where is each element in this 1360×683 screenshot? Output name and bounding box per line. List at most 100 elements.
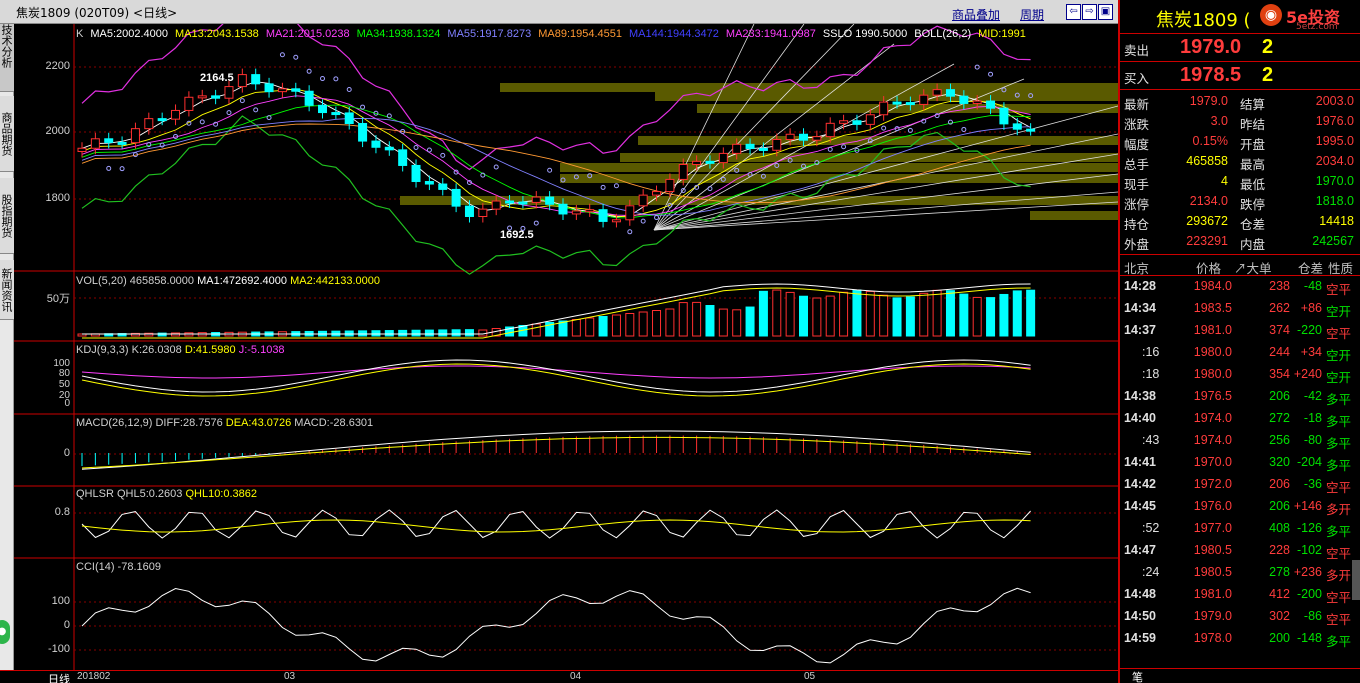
candle-body	[732, 143, 742, 154]
sell-label: 卖出	[1124, 44, 1150, 58]
window-toggle-icon[interactable]: ▣	[1098, 4, 1113, 20]
tick-cell: 278	[1269, 565, 1290, 579]
volume-bar	[879, 294, 889, 337]
tab-commodity-futures[interactable]: 商品期货	[0, 96, 14, 172]
volume-bar	[398, 329, 408, 337]
tick-cell: 272	[1269, 411, 1290, 425]
sar-dot	[426, 147, 432, 153]
tick-cell: 1980.0	[1193, 367, 1232, 381]
sar-dot	[654, 215, 660, 221]
period-link[interactable]: 周期	[1020, 6, 1044, 23]
candle-body	[745, 143, 755, 149]
tick-cell: +236	[1293, 565, 1322, 579]
left-tab-strip: 技术分析 商品期货 股指期货 新闻资讯 ●	[0, 0, 14, 683]
nav-prev-icon[interactable]: ⇦	[1066, 4, 1081, 20]
sell-row: 卖出 1979.0 2	[1120, 36, 1360, 62]
candle-body	[358, 123, 368, 142]
volume-bar	[464, 329, 474, 337]
stat-value: 465858	[1186, 154, 1228, 168]
x-label: 03	[284, 671, 296, 682]
candle-body	[331, 112, 341, 116]
tick-cell: 1981.0	[1193, 323, 1232, 337]
buy-qty: 2	[1262, 64, 1274, 86]
tick-cell: 374	[1269, 323, 1290, 337]
stat-value: 1818.0	[1315, 194, 1354, 208]
stat-row: 外盘 223291 内盘 242567	[1120, 232, 1360, 252]
candle-body	[398, 149, 408, 166]
x-label: 201802	[77, 671, 111, 682]
tick-cell: 262	[1269, 301, 1290, 315]
tick-row: 14:59 1978.0 200 -148 多平	[1120, 628, 1360, 650]
volume-bar	[986, 297, 996, 337]
candle-body	[986, 100, 996, 109]
bottom-tabs: 笔	[1120, 668, 1360, 683]
sar-dot	[106, 165, 112, 171]
candle-body	[825, 122, 835, 138]
tick-cell: 多平	[1326, 635, 1352, 649]
stat-value: 1979.0	[1189, 94, 1228, 108]
sar-dot	[279, 52, 285, 58]
price-band	[655, 92, 1118, 101]
nav-next-icon[interactable]: ⇨	[1082, 4, 1097, 20]
green-circle-icon[interactable]: ●	[0, 620, 10, 644]
tick-cell: :18	[1142, 367, 1160, 381]
candle-body	[999, 107, 1009, 125]
candle-body	[919, 94, 929, 105]
volume-bar	[892, 297, 902, 337]
quote-panel: 焦炭1809 ( ◉ 5e投资 5etz.com 卖出 1979.0 2 买入 …	[1118, 0, 1360, 683]
tick-cell: +146	[1293, 499, 1322, 513]
sar-dot	[226, 110, 232, 116]
ma-indicator-line: K MA5:2002.4000 MA13:2043.1538 MA21:2015.02…	[76, 28, 1033, 40]
candle-body	[371, 140, 381, 148]
volume-bar	[785, 291, 795, 337]
macd-dea: DEA:43.0726	[225, 417, 292, 429]
tab-news[interactable]: 新闻资讯	[0, 260, 14, 320]
candle-body	[144, 118, 154, 130]
kdj-title-line: KDJ(9,3,3) K:26.0308 D:41.5980 J:-5.1038	[76, 344, 285, 356]
tick-cell: 354	[1269, 367, 1290, 381]
tick-cell: 1980.5	[1193, 543, 1232, 557]
sar-dot	[600, 184, 606, 190]
candle-body	[117, 141, 127, 145]
tick-cell: +240	[1293, 367, 1322, 381]
tick-row: :16 1980.0 244 +34 空开	[1120, 342, 1360, 364]
stat-label: 昨结	[1240, 118, 1266, 132]
tab-trades[interactable]: 笔	[1132, 669, 1143, 683]
volume-bar	[705, 305, 715, 337]
volume-bar	[598, 316, 608, 337]
stat-value: 3.0	[1210, 114, 1228, 128]
tick-cell: 14:34	[1124, 301, 1156, 315]
candle-body	[211, 95, 221, 99]
tick-cell: 320	[1269, 455, 1290, 469]
volume-bar	[732, 309, 742, 337]
ma-value-label: MA55:1917.8273	[447, 28, 532, 40]
qhlsr-title: QHLSR QHL5:0.2603	[76, 488, 183, 500]
period-label[interactable]: 日线	[48, 671, 70, 683]
sar-dot	[199, 119, 205, 125]
volume-bar	[972, 296, 982, 337]
candle-body	[264, 83, 274, 93]
kdj-ytick: 0	[64, 398, 70, 409]
candle-body	[705, 160, 715, 164]
x-label: 05	[804, 671, 816, 682]
tick-cell: -86	[1303, 609, 1322, 623]
ma-value-label: MA5:2002.4000	[90, 28, 169, 40]
stat-row: 持仓 293672 仓差 14418	[1120, 212, 1360, 232]
candle-body	[718, 152, 728, 164]
tick-cell: 256	[1269, 433, 1290, 447]
sar-dot	[841, 144, 847, 150]
volume-bar	[638, 311, 648, 337]
scrollbar[interactable]	[1352, 560, 1360, 600]
tick-cell: 244	[1269, 345, 1290, 359]
candle-body	[959, 95, 969, 104]
overlay-link[interactable]: 商品叠加	[952, 6, 1000, 23]
tick-cell: 1976.5	[1193, 389, 1232, 403]
candle-body	[611, 219, 621, 223]
sar-dot	[333, 76, 339, 82]
tick-cell: 206	[1269, 389, 1290, 403]
tab-index-futures[interactable]: 股指期货	[0, 178, 14, 254]
tick-cell: 1977.0	[1193, 521, 1232, 535]
tick-cell: 多平	[1326, 415, 1352, 429]
volume-bar	[932, 289, 942, 337]
candle-body	[839, 120, 849, 124]
